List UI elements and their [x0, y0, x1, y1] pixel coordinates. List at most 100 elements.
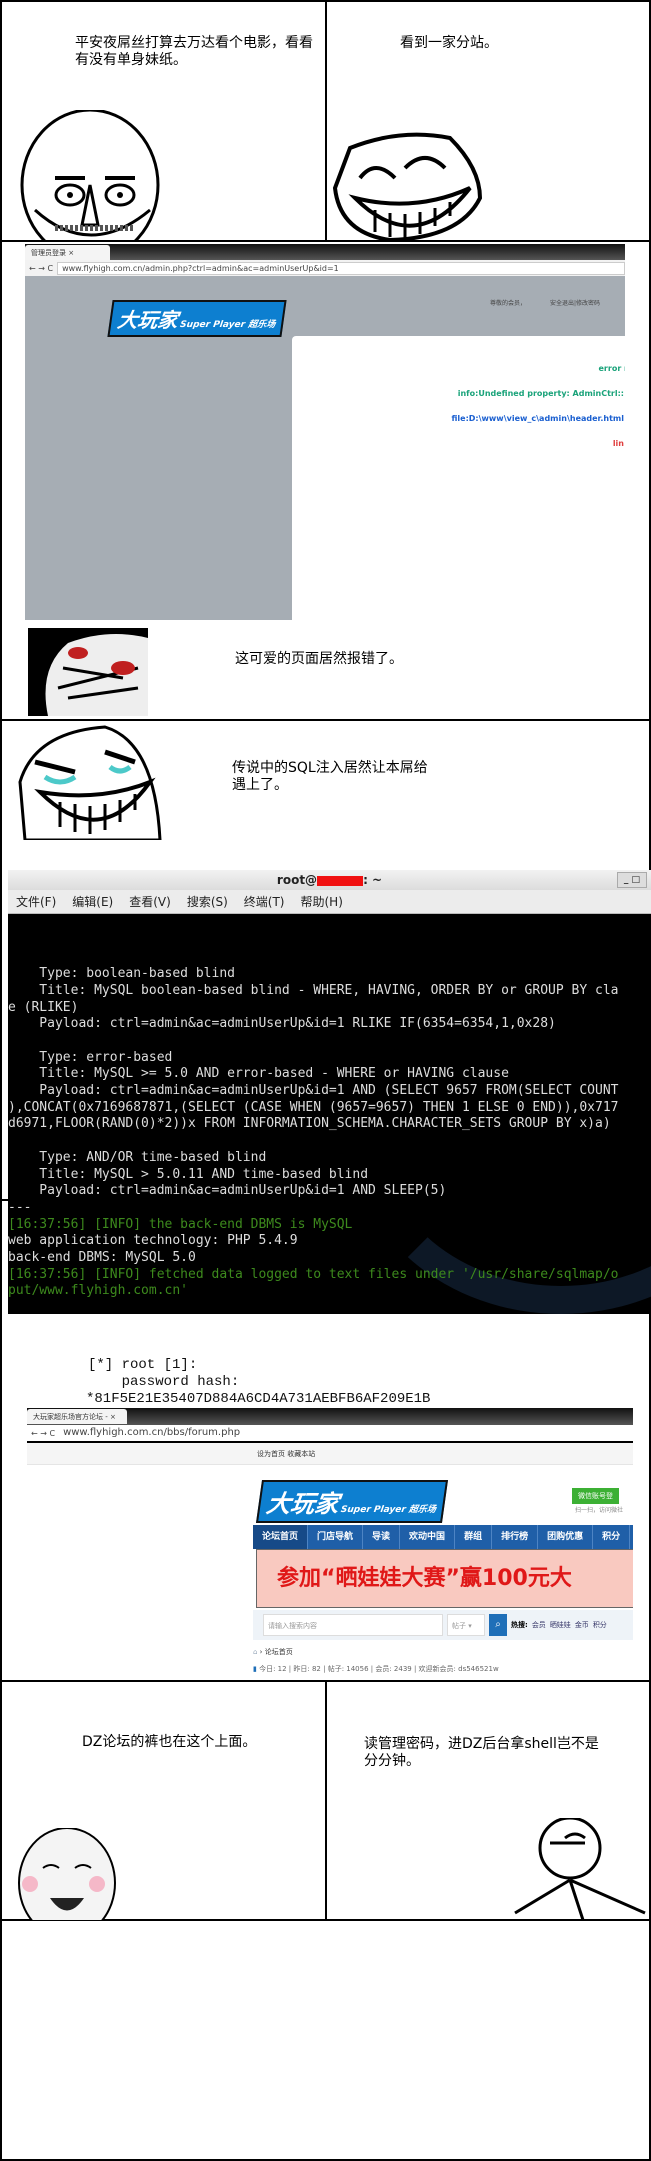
terminal-line: Type: boolean-based blind — [8, 966, 235, 982]
nav-item[interactable]: 门店导航 — [308, 1525, 364, 1549]
window-controls-icon[interactable]: _ □ — [617, 872, 647, 888]
search-input[interactable]: 请输入搜索内容 — [263, 1614, 443, 1636]
menu-file[interactable]: 文件(F) — [16, 890, 56, 913]
wechat-hint: 扫一扫，访问微社 — [575, 1507, 624, 1514]
terminal-line: Payload: ctrl=admin&ac=adminUserUp&id=1 … — [8, 1183, 447, 1199]
stats-text: 今日: 12 | 昨日: 82 | 帖子: 14056 | 会员: 2439 |… — [259, 1665, 499, 1673]
forum-logo: 大玩家Super Player 超乐场 — [255, 1480, 449, 1523]
menu-terminal[interactable]: 终端(T) — [244, 890, 285, 913]
terminal-line: [16:37:56] [INFO] the back-end DBMS is M… — [8, 1216, 353, 1232]
search-icon[interactable]: ⌕ — [489, 1614, 507, 1636]
terminal-line: put/www.flyhigh.com.cn' — [8, 1283, 189, 1299]
header-link-logout[interactable]: 安全退出|修改密码 — [550, 298, 600, 307]
nav-item[interactable]: 排行榜 — [492, 1525, 539, 1549]
wechat-login-button[interactable]: 微信账号登 — [572, 1488, 619, 1504]
nav-item[interactable]: 群组 — [455, 1525, 493, 1549]
address-bar: ← → C www.flyhigh.com.cn/bbs/forum.php — [27, 1425, 633, 1441]
caption-panel5-right: 读管理密码，进DZ后台拿shell岂不是分分钟。 — [364, 1736, 599, 1769]
logo-sub: Super Player 超乐场 — [179, 320, 276, 330]
error-box: error r info:Undefined property: AdminCt… — [292, 336, 625, 620]
stats-icon: ▮ — [253, 1665, 257, 1673]
menu-search[interactable]: 搜索(S) — [187, 890, 228, 913]
hot-item[interactable]: 晒娃娃 — [550, 1620, 571, 1630]
terminal-line: Type: AND/OR time-based blind — [8, 1149, 267, 1165]
nav-item[interactable]: 积分 — [593, 1525, 631, 1549]
forum-stats: ▮ 今日: 12 | 昨日: 82 | 帖子: 14056 | 会员: 2439… — [253, 1664, 499, 1674]
error-line: lin — [612, 439, 624, 448]
browser-tab[interactable]: 大玩家超乐场官方论坛 - × — [27, 1409, 127, 1424]
menu-edit[interactable]: 编辑(E) — [72, 890, 113, 913]
tab-title: 管理员登录 — [31, 249, 66, 257]
terminal-line: e (RLIKE) — [8, 999, 79, 1015]
forum-nav: 论坛首页 门店导航 导读 欢动中国 群组 排行榜 团购优惠 积分 — [253, 1525, 633, 1549]
terminal-line: [16:37:56] [INFO] fetched data logged to… — [8, 1266, 619, 1282]
menu-help[interactable]: 帮助(H) — [301, 890, 343, 913]
terminal-line: --- — [8, 1199, 32, 1215]
laughing-face-icon — [15, 722, 165, 844]
terminal-line: Payload: ctrl=admin&ac=adminUserUp&id=1 … — [8, 1083, 619, 1099]
hot-item[interactable]: 积分 — [593, 1620, 607, 1630]
terminal-line: back-end DBMS: MySQL 5.0 — [8, 1250, 196, 1266]
terminal-window: root@ : ~ _ □ 文件(F) 编辑(E) 查看(V) 搜索(S) 终端(… — [8, 870, 651, 1314]
header-link-member[interactable]: 尊敬的会员， — [490, 298, 526, 307]
logo-sub: Super Player 超乐场 — [340, 1505, 437, 1515]
hot-label: 热搜: — [511, 1621, 528, 1629]
terminal-title: root@ — [276, 873, 318, 887]
hash-value: *81F5E21E35407D884A6CD4A731AEBFB6AF209E1… — [86, 1391, 431, 1407]
promo-banner[interactable]: 参加“晒娃娃大赛”赢100元大 — [256, 1549, 633, 1608]
terminal-line: Payload: ctrl=admin&ac=adminUserUp&id=1 … — [8, 1016, 556, 1032]
caption-panel1-left: 平安夜屌丝打算去万达看个电影，看看有没有单身妹纸。 — [75, 35, 313, 68]
home-icon[interactable]: ⌂ — [253, 1648, 257, 1656]
caption-panel2: 这可爱的页面居然报错了。 — [235, 651, 403, 667]
terminal-line: Title: MySQL > 5.0.11 AND time-based bli… — [8, 1166, 369, 1182]
me-gusta-face-icon — [15, 110, 165, 240]
terminal-title-suffix: : ~ — [363, 873, 383, 887]
browser-screenshot-admin: 管理员登录 × ← → C www.flyhigh.com.cn/admin.p… — [25, 244, 625, 620]
terminal-line: Title: MySQL >= 5.0 AND error-based - WH… — [8, 1066, 509, 1082]
error-line: file:D:\www\view_c\admin\header.html — [451, 414, 624, 423]
redacted-hostname — [317, 875, 364, 886]
terminal-line: Title: MySQL boolean-based blind - WHERE… — [8, 982, 619, 998]
panel-divider — [0, 719, 651, 721]
hot-item[interactable]: 金币 — [575, 1620, 589, 1630]
blushing-laugh-face-icon — [15, 1827, 125, 1939]
browser-tabbar: 大玩家超乐场官方论坛 - × — [27, 1408, 633, 1425]
error-line: info:Undefined property: AdminCtrl:: — [457, 389, 624, 398]
hash-line: [*] root [1]: — [88, 1357, 198, 1373]
site-logo: 大玩家Super Player 超乐场 — [107, 300, 287, 337]
breadcrumb-item[interactable]: 论坛首页 — [265, 1648, 293, 1656]
address-bar: ← → C www.flyhigh.com.cn/admin.php?ctrl=… — [25, 260, 625, 276]
tab-title: 大玩家超乐场官方论坛 - — [33, 1413, 110, 1421]
logo-text: 大玩家 — [264, 1490, 341, 1518]
rage-face-icon — [28, 628, 148, 716]
terminal-line: web application technology: PHP 5.4.9 — [8, 1233, 298, 1249]
error-line: error r — [598, 364, 626, 373]
nav-item[interactable]: 欢动中国 — [400, 1525, 456, 1549]
nav-arrows-icon[interactable]: ← → C — [29, 264, 53, 273]
browser-tabbar: 管理员登录 × — [25, 244, 625, 260]
nav-forum-home[interactable]: 论坛首页 — [253, 1525, 309, 1549]
nav-item[interactable]: 团购优惠 — [538, 1525, 594, 1549]
url-input[interactable]: www.flyhigh.com.cn/bbs/forum.php — [59, 1426, 633, 1440]
troll-face-icon — [330, 128, 485, 240]
logo-text: 大玩家 — [116, 308, 180, 332]
panel-divider — [0, 240, 651, 242]
hot-item[interactable]: 会员 — [532, 1620, 546, 1630]
forum-toplinks[interactable]: 设为首页 收藏本站 — [27, 1443, 633, 1465]
browser-tab[interactable]: 管理员登录 × — [25, 245, 110, 260]
panel-divider — [0, 1199, 8, 1201]
fuck-yea-face-icon — [505, 1816, 651, 1924]
search-type-value: 帖子 — [452, 1622, 466, 1630]
nav-arrows-icon[interactable]: ← → C — [31, 1429, 55, 1438]
nav-item[interactable]: 导读 — [363, 1525, 401, 1549]
url-input[interactable]: www.flyhigh.com.cn/admin.php?ctrl=admin&… — [57, 261, 625, 275]
menu-view[interactable]: 查看(V) — [129, 890, 171, 913]
panel-divider — [325, 0, 327, 240]
terminal-line: ),CONCAT(0x7169687871,(SELECT (CASE WHEN… — [8, 1099, 619, 1115]
terminal-titlebar: root@ : ~ _ □ — [8, 870, 651, 890]
terminal-output: Type: boolean-based blind Title: MySQL b… — [8, 914, 651, 1314]
terminal-menubar: 文件(F) 编辑(E) 查看(V) 搜索(S) 终端(T) 帮助(H) — [8, 890, 651, 914]
search-type-select[interactable]: 帖子 ▾ — [447, 1614, 485, 1636]
forum-search-bar: 请输入搜索内容 帖子 ▾ ⌕ 热搜: 会员 晒娃娃 金币 积分 — [253, 1610, 633, 1640]
